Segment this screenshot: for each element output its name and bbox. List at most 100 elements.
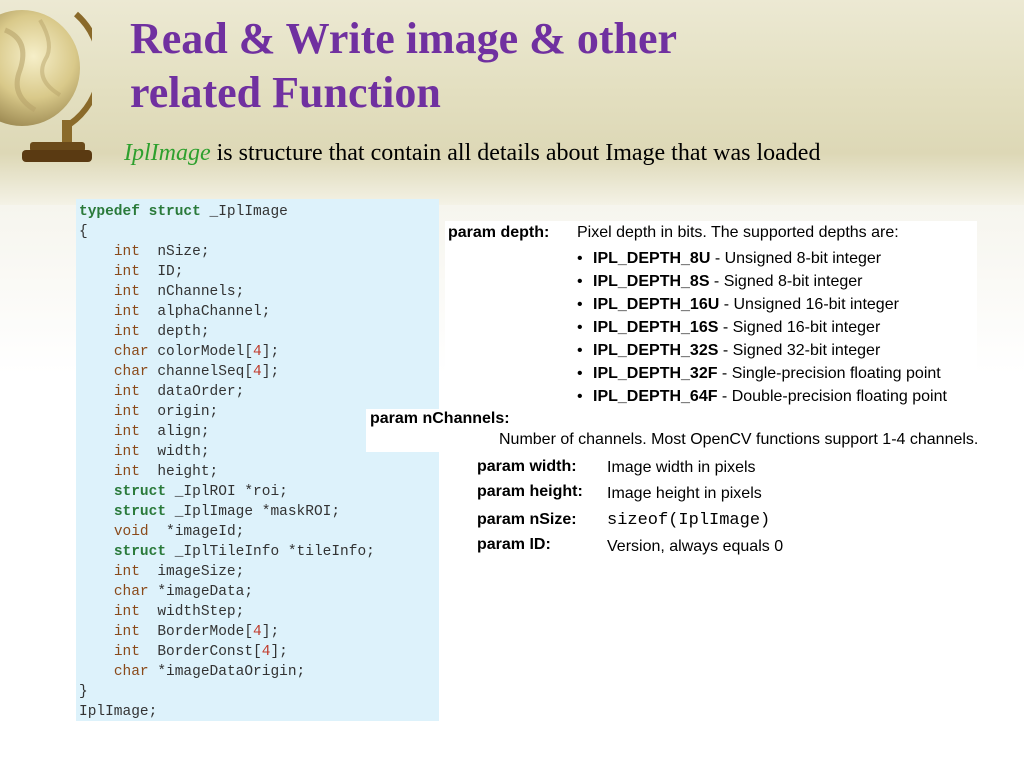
depth-list-item: • IPL_DEPTH_32S - Signed 32-bit integer <box>577 339 947 362</box>
code-token: BorderConst[ <box>139 644 262 660</box>
bullet-icon: • <box>577 296 583 313</box>
code-token: dataOrder; <box>139 384 245 400</box>
bullet-icon: • <box>577 250 583 267</box>
code-token: origin; <box>139 404 219 420</box>
code-token: { <box>79 224 88 240</box>
depth-name: IPL_DEPTH_32F <box>593 365 718 382</box>
code-token: int <box>113 404 140 420</box>
depth-desc: - Signed 32-bit integer <box>718 342 881 359</box>
code-line: char channelSeq[4]; <box>79 362 439 382</box>
depth-name: IPL_DEPTH_16S <box>593 319 719 336</box>
code-token: 4 <box>253 624 262 640</box>
slide-subtitle: IplImage is structure that contain all d… <box>124 138 954 168</box>
depth-name: IPL_DEPTH_64F <box>593 388 718 405</box>
code-token: struct <box>113 504 167 520</box>
slide-title-line1: Read & Write image & other <box>130 14 678 63</box>
depth-desc: - Unsigned 8-bit integer <box>710 250 882 267</box>
globe-icon <box>0 10 92 162</box>
code-token: int <box>113 604 140 620</box>
slide-title-line2: related Function <box>130 68 441 117</box>
code-token: *imageData; <box>148 584 254 600</box>
code-token: widthStep; <box>139 604 245 620</box>
bullet-icon: • <box>577 319 583 336</box>
code-token: int <box>113 564 140 580</box>
code-line: int alphaChannel; <box>79 302 439 322</box>
param-id-label: param ID: <box>477 536 551 553</box>
depth-list-item: • IPL_DEPTH_32F - Single-precision floati… <box>577 362 947 385</box>
code-line: char *imageData; <box>79 582 439 602</box>
code-token: _IplImage <box>200 204 288 220</box>
depth-list-item: • IPL_DEPTH_8U - Unsigned 8-bit integer <box>577 247 947 270</box>
code-token: *imageId; <box>148 524 245 540</box>
code-token: } <box>79 684 88 700</box>
code-line: int ID; <box>79 262 439 282</box>
code-token: nSize; <box>139 244 210 260</box>
code-line: int nSize; <box>79 242 439 262</box>
depth-list-item: • IPL_DEPTH_64F - Double-precision floati… <box>577 385 947 408</box>
code-line: typedef struct _IplImage <box>79 202 439 222</box>
code-token: nChannels; <box>139 284 245 300</box>
code-line: int dataOrder; <box>79 382 439 402</box>
code-token: *imageDataOrigin; <box>148 664 306 680</box>
code-token: char <box>113 344 149 360</box>
code-line: void *imageId; <box>79 522 439 542</box>
code-token: 4 <box>253 344 262 360</box>
param-nsize-id-box: param nSize: sizeof(IplImage) param ID: … <box>473 509 805 557</box>
code-token: ID; <box>139 264 184 280</box>
code-line: struct _IplTileInfo *tileInfo; <box>79 542 439 562</box>
code-token: height; <box>139 464 219 480</box>
code-token: char <box>113 584 149 600</box>
code-token: imageSize; <box>139 564 245 580</box>
depth-list: • IPL_DEPTH_8U - Unsigned 8-bit integer • I… <box>577 247 947 408</box>
code-token: ]; <box>261 344 280 360</box>
param-height-label: param height: <box>477 483 583 500</box>
code-token: align; <box>139 424 210 440</box>
code-token: char <box>113 664 149 680</box>
code-token: int <box>113 444 140 460</box>
code-line: int imageSize; <box>79 562 439 582</box>
subtitle-text: is structure that contain all details ab… <box>210 140 821 166</box>
code-line: struct _IplROI *roi; <box>79 482 439 502</box>
depth-name: IPL_DEPTH_16U <box>593 296 720 313</box>
code-token: int <box>113 284 140 300</box>
param-width-height-box: param width: Image width in pixels param… <box>473 456 778 507</box>
bullet-icon: • <box>577 365 583 382</box>
param-nsize-text: sizeof(IplImage) <box>607 511 771 530</box>
param-id-text: Version, always equals 0 <box>607 538 784 555</box>
code-token: ]; <box>261 624 280 640</box>
code-line: } <box>79 682 439 702</box>
code-line: int BorderConst[4]; <box>79 642 439 662</box>
depth-desc: - Signed 16-bit integer <box>718 319 881 336</box>
param-depth-intro: Pixel depth in bits. The supported depth… <box>577 224 899 241</box>
depth-name: IPL_DEPTH_32S <box>593 342 719 359</box>
param-width-text: Image width in pixels <box>607 459 756 476</box>
depth-desc: - Signed 8-bit integer <box>709 273 863 290</box>
param-nchannels-label: param nChannels: <box>370 410 510 427</box>
code-token: width; <box>139 444 210 460</box>
code-token: int <box>113 644 140 660</box>
code-listing-iplimage: typedef struct _IplImage { int nSize; int… <box>76 199 439 721</box>
code-token: int <box>113 384 140 400</box>
code-token: BorderMode[ <box>139 624 254 640</box>
depth-list-item: • IPL_DEPTH_8S - Signed 8-bit integer <box>577 270 947 293</box>
bullet-icon: • <box>577 342 583 359</box>
depth-list-item: • IPL_DEPTH_16S - Signed 16-bit integer <box>577 316 947 339</box>
slide-title: Read & Write image & other related Funct… <box>130 12 1010 120</box>
code-token: depth; <box>139 324 210 340</box>
depth-name: IPL_DEPTH_8U <box>593 250 711 267</box>
